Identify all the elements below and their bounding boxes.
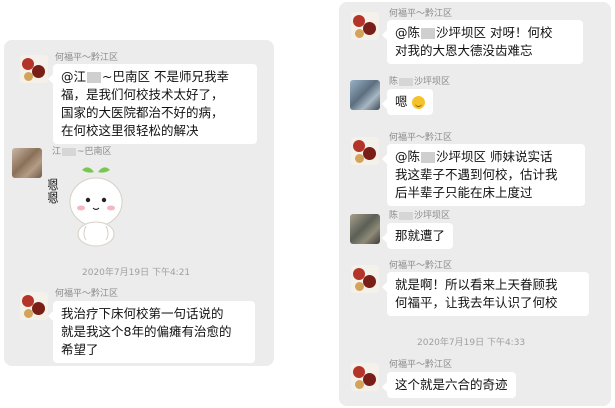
avatar[interactable]: [351, 265, 379, 293]
message-bubble[interactable]: @陈 沙坪坝区 师妹说实话 我这辈子不遇到何校，估计我 后半辈子只能在床上度过: [382, 144, 585, 206]
message-timestamp: 2020年7月19日 下午4:33: [417, 338, 526, 348]
message-line: 希望了: [61, 342, 99, 357]
redaction-mask: [87, 72, 102, 83]
avatar[interactable]: [20, 292, 48, 320]
sender-name: 何福平～黔江区: [389, 133, 453, 143]
sender-name: 何福平～黔江区: [389, 360, 453, 370]
avatar[interactable]: [350, 214, 380, 244]
message-line: 我这辈子不遇到何校，估计我: [395, 167, 558, 182]
message-line: 我治疗下床何校第一句话说的: [61, 306, 224, 321]
message-bubble[interactable]: 就是啊！所以看来上天眷顾我 何福平，让我去年认识了何校: [382, 272, 589, 316]
avatar[interactable]: [351, 363, 379, 391]
message-line: 何福平，让我去年认识了何校: [395, 295, 558, 310]
message-bubble[interactable]: @江 ~巴南区 不是师兄我幸 福，是我们何校技术太好了， 国家的大医院都治不好的病…: [48, 64, 257, 144]
avatar[interactable]: [351, 137, 379, 165]
avatar[interactable]: [350, 80, 380, 110]
message-line: 对我的大恩大德没齿难忘: [395, 43, 533, 58]
chat-panel-right: 何福平～黔江区 @陈 沙坪坝区 对呀！何校 对我的大恩大德没齿难忘 陈沙坪坝区 嗯…: [339, 2, 611, 406]
message-bubble[interactable]: 我治疗下床何校第一句话说的 就是我这个8年的偏瘫有治愈的 希望了: [48, 301, 255, 363]
sender-name: 陈沙坪坝区: [389, 211, 451, 221]
message-bubble[interactable]: 这个就是六合的奇迹: [382, 372, 516, 398]
message-line: 就是啊！所以看来上天眷顾我: [395, 277, 558, 292]
message-bubble[interactable]: @陈 沙坪坝区 对呀！何校 对我的大恩大德没齿难忘: [382, 20, 583, 64]
avatar[interactable]: [351, 12, 379, 40]
redaction-mask: [421, 28, 436, 39]
message-bubble[interactable]: 嗯: [382, 89, 433, 115]
sticker-text: 嗯嗯: [48, 178, 58, 204]
redaction-mask: [399, 77, 414, 86]
message-text: 那就遭了: [395, 228, 446, 243]
chat-panel-left: 何福平～黔江区 @江 ~巴南区 不是师兄我幸 福，是我们何校技术太好了， 国家的大…: [4, 40, 274, 366]
message-line: 在何校这里很轻松的解决: [61, 123, 199, 138]
message-text: 嗯: [395, 94, 408, 109]
message-text: 这个就是六合的奇迹: [395, 377, 508, 392]
avatar[interactable]: [12, 148, 42, 178]
sender-name: 何福平～黔江区: [55, 53, 119, 63]
message-line: @江 ~巴南区 不是师兄我幸: [61, 69, 229, 84]
redaction-mask: [62, 147, 77, 156]
smile-emoji-icon: [411, 96, 425, 109]
sender-name: 何福平～黔江区: [55, 289, 119, 299]
message-bubble[interactable]: 那就遭了: [381, 223, 454, 249]
message-line: 福，是我们何校技术太好了，: [61, 87, 224, 102]
message-line: 国家的大医院都治不好的病，: [61, 105, 224, 120]
message-line: @陈 沙坪坝区 对呀！何校: [395, 25, 553, 40]
sender-name: 江 ~巴南区: [52, 147, 112, 157]
message-line: @陈 沙坪坝区 师妹说实话: [395, 149, 553, 164]
message-line: 就是我这个8年的偏瘫有治愈的: [61, 324, 232, 339]
sender-name: 陈沙坪坝区: [389, 77, 451, 87]
sticker-image[interactable]: 嗯嗯: [48, 158, 138, 250]
message-line: 后半辈子只能在床上度过: [395, 185, 533, 200]
avatar[interactable]: [20, 55, 48, 83]
redaction-mask: [399, 211, 414, 220]
sender-name: 何福平～黔江区: [389, 261, 453, 271]
sender-name: 何福平～黔江区: [389, 9, 453, 19]
redaction-mask: [421, 152, 436, 163]
message-timestamp: 2020年7月19日 下午4:21: [82, 268, 191, 278]
